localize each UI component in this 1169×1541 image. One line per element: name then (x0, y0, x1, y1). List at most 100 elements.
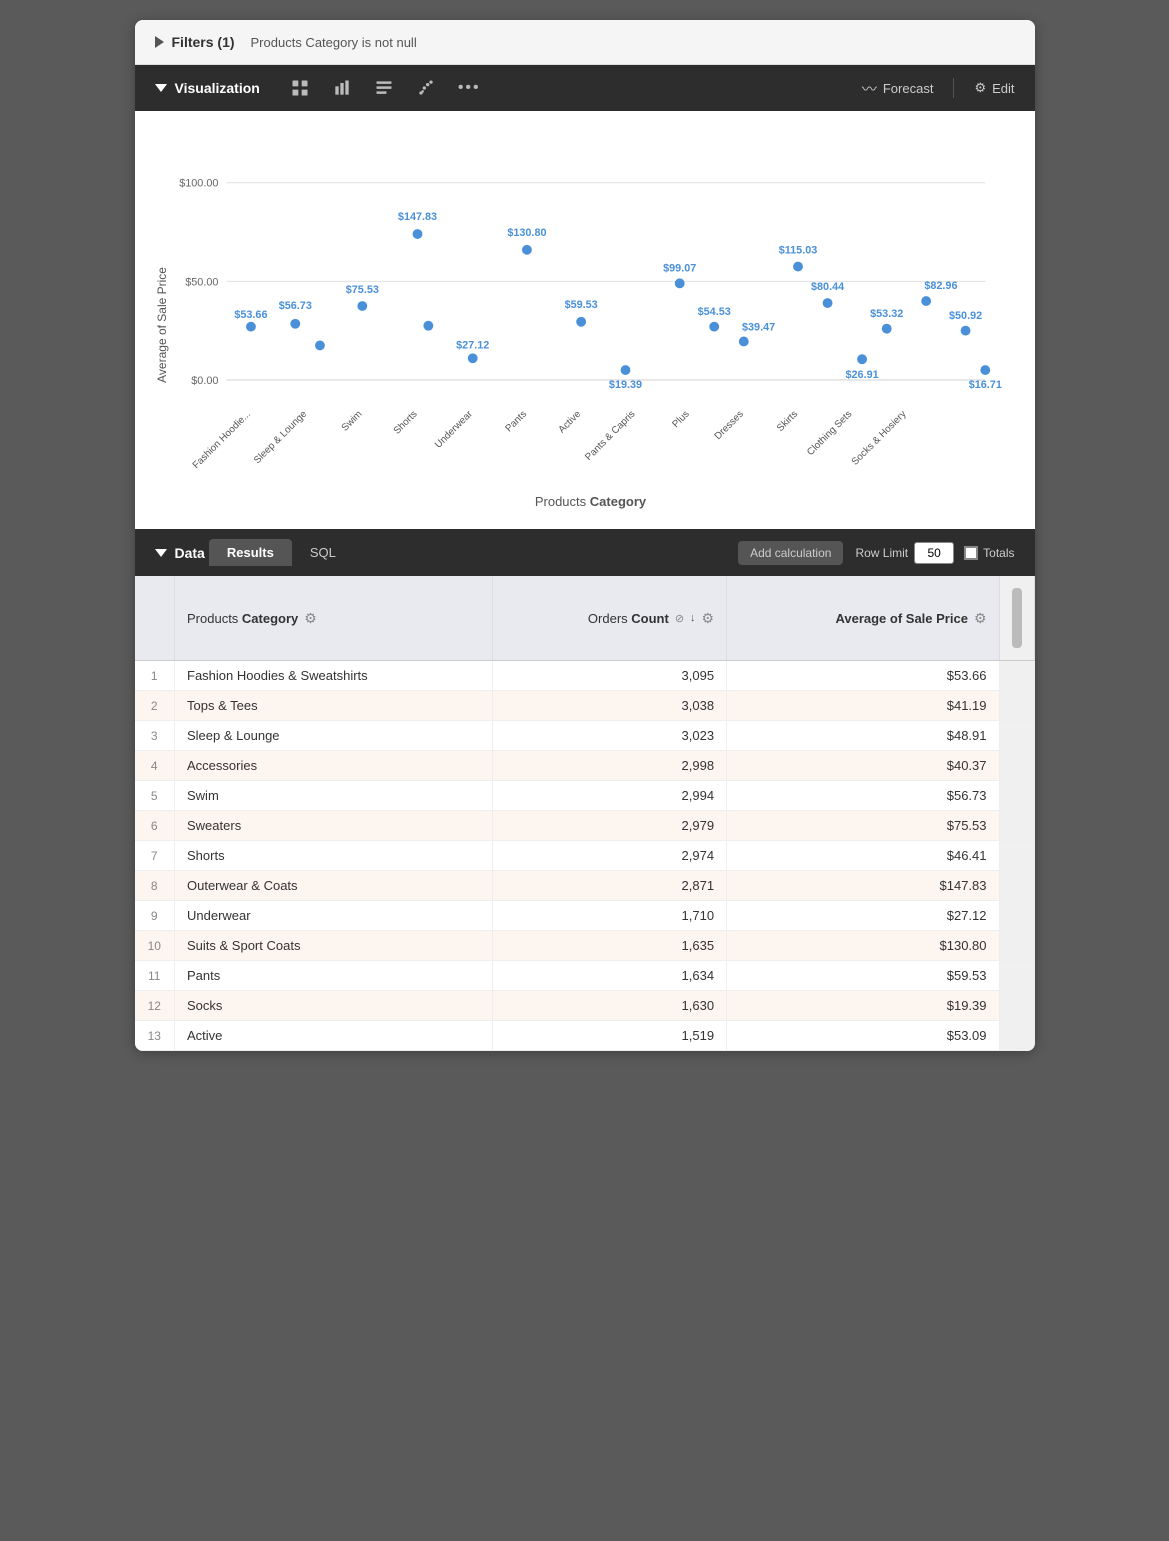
cell-row-num: 4 (135, 751, 175, 781)
table-row: 13 Active 1,519 $53.09 (135, 1021, 1035, 1051)
svg-text:Swim: Swim (339, 409, 364, 434)
cell-row-num: 9 (135, 901, 175, 931)
cell-avg-sale-price: $19.39 (727, 991, 999, 1021)
cell-avg-sale-price: $40.37 (727, 751, 999, 781)
col-header-avg-sale-price[interactable]: Average of Sale Price ⚙ (727, 576, 999, 661)
row-limit-input[interactable] (914, 542, 954, 564)
svg-text:Fashion Hoodie...: Fashion Hoodie... (190, 409, 252, 471)
orders-count-filter-icon[interactable]: ⊘ (675, 612, 684, 625)
data-table-wrapper: Products Category ⚙ Orders Count ⊘ ↓ ⚙ (135, 576, 1035, 1051)
toolbar-divider (953, 78, 954, 98)
cell-row-num: 11 (135, 961, 175, 991)
cell-avg-sale-price: $56.73 (727, 781, 999, 811)
tab-results[interactable]: Results (209, 539, 292, 566)
cell-scrollbar (999, 901, 1034, 931)
filter-condition: Products Category is not null (251, 35, 417, 50)
cell-row-num: 10 (135, 931, 175, 961)
cell-avg-sale-price: $27.12 (727, 901, 999, 931)
forecast-action[interactable]: 〰 Forecast (862, 78, 934, 99)
totals-checkbox[interactable] (964, 546, 978, 560)
cell-scrollbar (999, 661, 1034, 691)
col-header-orders-count[interactable]: Orders Count ⊘ ↓ ⚙ (493, 576, 727, 661)
cell-orders-count: 1,630 (493, 991, 727, 1021)
cell-row-num: 12 (135, 991, 175, 1021)
data-toggle-icon[interactable] (155, 549, 167, 557)
cell-products-category: Pants (175, 961, 493, 991)
cell-avg-sale-price: $59.53 (727, 961, 999, 991)
cell-products-category: Tops & Tees (175, 691, 493, 721)
cell-scrollbar (999, 721, 1034, 751)
viz-toggle-icon[interactable] (155, 84, 167, 92)
col-header-products-category[interactable]: Products Category ⚙ (175, 576, 493, 661)
scatter-icon[interactable] (410, 75, 442, 101)
chart-container: Average of Sale Price $100.00 $50.00 $0.… (155, 131, 1005, 519)
cell-products-category: Suits & Sport Coats (175, 931, 493, 961)
svg-text:$53.32: $53.32 (870, 308, 903, 320)
table-icon[interactable] (284, 75, 316, 101)
cell-orders-count: 2,871 (493, 871, 727, 901)
svg-text:Shorts: Shorts (391, 409, 419, 437)
svg-text:Pants & Capris: Pants & Capris (583, 409, 637, 463)
filters-toggle-icon[interactable] (155, 36, 164, 48)
cell-products-category: Socks (175, 991, 493, 1021)
svg-text:$130.80: $130.80 (507, 227, 546, 239)
cell-scrollbar (999, 781, 1034, 811)
svg-text:$50.92: $50.92 (949, 310, 982, 322)
tab-sql[interactable]: SQL (292, 539, 354, 566)
cell-scrollbar (999, 811, 1034, 841)
cell-orders-count: 1,635 (493, 931, 727, 961)
filters-title[interactable]: Filters (1) (155, 34, 235, 50)
data-toolbar: Data Results SQL Add calculation Row Lim… (135, 529, 1035, 576)
table-row: 11 Pants 1,634 $59.53 (135, 961, 1035, 991)
svg-text:Skirts: Skirts (774, 409, 799, 434)
svg-text:Clothing Sets: Clothing Sets (805, 409, 854, 458)
scroll-thumb[interactable] (1012, 588, 1022, 648)
svg-text:Plus: Plus (670, 409, 691, 430)
cell-scrollbar (999, 871, 1034, 901)
cell-scrollbar (999, 931, 1034, 961)
forecast-label: Forecast (883, 81, 934, 96)
scrollbar-col (999, 576, 1034, 661)
table-header-row: Products Category ⚙ Orders Count ⊘ ↓ ⚙ (135, 576, 1035, 661)
svg-text:$54.53: $54.53 (697, 306, 730, 318)
orders-count-gear-icon[interactable]: ⚙ (702, 610, 715, 627)
table-row: 10 Suits & Sport Coats 1,635 $130.80 (135, 931, 1035, 961)
products-category-gear-icon[interactable]: ⚙ (304, 610, 317, 627)
cell-row-num: 8 (135, 871, 175, 901)
chart-area: Average of Sale Price $100.00 $50.00 $0.… (135, 111, 1035, 529)
results-table: Products Category ⚙ Orders Count ⊘ ↓ ⚙ (135, 576, 1035, 1051)
svg-text:$27.12: $27.12 (456, 339, 489, 351)
main-card: Filters (1) Products Category is not nul… (135, 20, 1035, 1051)
svg-text:$50.00: $50.00 (185, 276, 218, 288)
chart-inner: $100.00 $50.00 $0.00 Fashion Hoodie... S… (177, 131, 1005, 519)
table-row: 1 Fashion Hoodies & Sweatshirts 3,095 $5… (135, 661, 1035, 691)
add-calculation-button[interactable]: Add calculation (738, 541, 843, 565)
more-icon[interactable]: ••• (452, 76, 487, 100)
table-row: 2 Tops & Tees 3,038 $41.19 (135, 691, 1035, 721)
orders-count-sort-icon[interactable]: ↓ (690, 612, 696, 624)
svg-text:Underwear: Underwear (433, 408, 475, 450)
table-row: 6 Sweaters 2,979 $75.53 (135, 811, 1035, 841)
svg-text:$0.00: $0.00 (191, 375, 218, 387)
cell-products-category: Shorts (175, 841, 493, 871)
cell-avg-sale-price: $53.66 (727, 661, 999, 691)
cell-row-num: 7 (135, 841, 175, 871)
avg-sale-price-gear-icon[interactable]: ⚙ (974, 610, 987, 627)
cell-products-category: Swim (175, 781, 493, 811)
cell-products-category: Active (175, 1021, 493, 1051)
edit-action[interactable]: ⚙ Edit (974, 80, 1014, 96)
cell-scrollbar (999, 991, 1034, 1021)
svg-text:Pants: Pants (503, 409, 529, 435)
cell-avg-sale-price: $147.83 (727, 871, 999, 901)
table-row: 7 Shorts 2,974 $46.41 (135, 841, 1035, 871)
cell-orders-count: 3,038 (493, 691, 727, 721)
table-body: 1 Fashion Hoodies & Sweatshirts 3,095 $5… (135, 661, 1035, 1051)
cell-products-category: Sleep & Lounge (175, 721, 493, 751)
cell-row-num: 3 (135, 721, 175, 751)
bar-chart-icon[interactable] (326, 75, 358, 101)
table-row: 12 Socks 1,630 $19.39 (135, 991, 1035, 1021)
svg-text:Dresses: Dresses (712, 409, 745, 442)
svg-text:$56.73: $56.73 (278, 300, 311, 312)
cell-avg-sale-price: $46.41 (727, 841, 999, 871)
pivot-icon[interactable] (368, 75, 400, 101)
